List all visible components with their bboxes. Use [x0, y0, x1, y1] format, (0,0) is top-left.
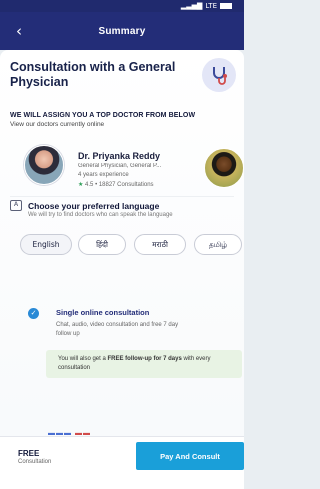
language-option-english[interactable]: English [20, 234, 72, 255]
pay-and-consult-button[interactable]: Pay And Consult [136, 442, 244, 470]
app-header: ‹ Summary [0, 12, 244, 50]
language-option-marathi[interactable]: मराठी [134, 234, 186, 255]
network-label: LTE [205, 2, 217, 10]
followup-banner: You will also get a FREE follow-up for 7… [46, 350, 242, 378]
followup-text-bold: FREE follow-up for 7 days [107, 356, 182, 362]
back-button[interactable]: ‹ [10, 21, 28, 41]
divider [10, 196, 234, 197]
plan-title[interactable]: Single online consultation [56, 308, 149, 317]
consultation-title: Consultation with a General Physician [10, 60, 176, 89]
language-option-hindi[interactable]: हिंदी [78, 234, 126, 255]
language-option-tamil[interactable]: தமிழ் [194, 234, 242, 255]
price-label: Consultation [18, 459, 52, 465]
check-icon[interactable]: ✓ [28, 308, 39, 319]
signal-icon: ▂▃▅▇ [180, 2, 203, 10]
doctor-name[interactable]: Dr. Priyanka Reddy [78, 151, 160, 161]
language-subheading: We will try to find doctors who can spea… [28, 212, 173, 218]
doctor-speciality: General Physician, General P... [78, 163, 162, 169]
language-icon: A [10, 200, 22, 211]
page-title: Summary [98, 25, 146, 37]
price: FREE [18, 449, 40, 458]
assign-heading: WE WILL ASSIGN YOU A TOP DOCTOR FROM BEL… [10, 112, 196, 119]
plan-description: Chat, audio, video consultation and free… [56, 322, 179, 337]
next-doctor-avatar[interactable] [204, 148, 244, 188]
followup-text-prefix: You will also get a [58, 356, 108, 362]
status-bar: ▂▃▅▇ LTE [0, 0, 244, 12]
doctor-avatar[interactable] [24, 145, 64, 185]
battery-icon [220, 3, 232, 9]
doctor-experience: 4 years experience [78, 172, 129, 178]
stethoscope-icon [202, 58, 236, 92]
doctor-rating: ★ 4.5 • 18827 Consultations [78, 181, 154, 188]
language-heading: Choose your preferred language [28, 201, 160, 211]
rating-text: 4.5 • 18827 Consultations [83, 182, 154, 188]
assign-subheading: View our doctors currently online [10, 121, 105, 128]
